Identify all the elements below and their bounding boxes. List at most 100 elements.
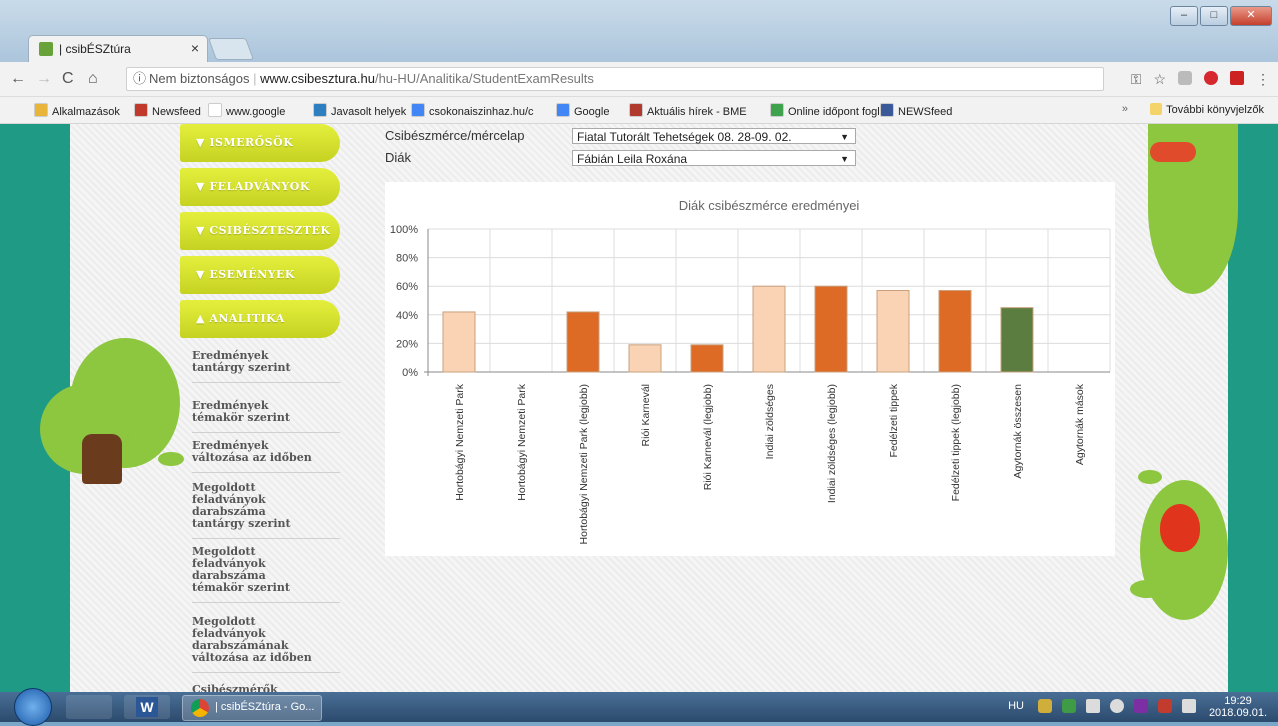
bookmark-star-icon[interactable]: ☆: [1153, 71, 1166, 88]
submenu-item-label: témakör szerint: [192, 581, 290, 594]
info-icon[interactable]: ⓘ: [133, 68, 146, 90]
bookmark-item[interactable]: Javasolt helyek: [313, 103, 406, 118]
nav-analitika[interactable]: ▲ ANALITIKA: [180, 300, 340, 338]
word-taskbar-icon[interactable]: W: [124, 695, 170, 719]
results-chart: Diák csibészmérce eredményei 0% 20% 40% 60% 8…: [385, 182, 1115, 556]
antivirus-icon[interactable]: [1158, 699, 1172, 713]
submenu-item[interactable]: Megoldott feladványok darabszáma témakör sz…: [192, 546, 340, 603]
bookmark-item[interactable]: Aktuális hírek - BME: [629, 103, 747, 118]
bookmark-favicon-icon: [34, 103, 48, 117]
chart-bar[interactable]: [876, 289, 910, 373]
other-bookmarks[interactable]: További könyvjelzők: [1150, 103, 1264, 116]
flag-icon[interactable]: [1086, 699, 1100, 713]
bookmark-item[interactable]: www.google: [208, 103, 285, 118]
chevron-down-icon: ▼: [196, 224, 205, 237]
tab-close-icon[interactable]: ×: [191, 40, 199, 56]
submenu-item[interactable]: Csibészmérők: [192, 683, 340, 693]
skype-extension-icon[interactable]: [1178, 71, 1192, 85]
submenu-item[interactable]: Megoldott feladványok darabszáma tantárgy s…: [192, 482, 340, 539]
chevron-down-icon: ▼: [196, 268, 205, 281]
y-tick-label: 20%: [396, 338, 418, 350]
submenu-item[interactable]: Eredmények tantárgy szerint: [192, 350, 340, 383]
close-window-button[interactable]: ✕: [1230, 6, 1272, 26]
dropdown-arrow-icon: ▼: [840, 132, 849, 142]
submenu-item[interactable]: Eredmények témakör szerint: [192, 400, 340, 433]
y-tick-label: 40%: [396, 310, 418, 322]
language-indicator[interactable]: HU: [1008, 700, 1024, 712]
window-titlebar: | csibÉSZtúra × – □ ✕: [0, 0, 1278, 68]
taskbar: W | csibÉSZtúra - Go... HU 19:29 2018.09…: [0, 688, 1278, 726]
bookmark-item[interactable]: NEWSfeed: [880, 103, 952, 118]
bookmark-item[interactable]: Online időpont fogla: [770, 103, 886, 118]
update-icon[interactable]: [1038, 699, 1052, 713]
bookmarks-bar: További könyvjelzők » Alkalmazások Newsfe…: [0, 97, 1278, 124]
submenu-item-label: tantárgy szerint: [192, 361, 291, 374]
exam-select-value: Fiatal Tutorált Tehetségek 08. 28-09. 02…: [577, 130, 792, 144]
back-icon[interactable]: ←: [10, 70, 26, 88]
chart-bar[interactable]: [690, 344, 724, 373]
chart-bar[interactable]: [938, 289, 972, 373]
bookmarks-overflow-icon[interactable]: »: [1122, 103, 1128, 115]
x-tick-label: Indiai zöldséges (legjobb): [826, 384, 838, 503]
submenu-item[interactable]: Megoldott feladványok darabszámának változá…: [192, 616, 340, 673]
chevron-up-icon: ▲: [196, 312, 205, 325]
bookmark-item[interactable]: Alkalmazások: [34, 103, 120, 118]
hot-air-balloon-icon: [1160, 504, 1200, 552]
bookmark-favicon-icon: [629, 103, 643, 117]
hill-decoration: [1130, 580, 1164, 598]
site-favicon-icon: [39, 42, 53, 56]
chrome-taskbar-label: | csibÉSZtúra - Go...: [215, 701, 315, 713]
start-button[interactable]: [14, 688, 52, 726]
adblock-icon[interactable]: [1204, 71, 1218, 85]
submenu-item-label: változása az időben: [192, 451, 312, 464]
nav-csibesztesztek[interactable]: ▼ CSIBÉSZTESZTEK: [180, 212, 340, 250]
bookmark-item[interactable]: Newsfeed: [134, 103, 201, 118]
forward-icon[interactable]: →: [36, 70, 52, 88]
y-tick-label: 80%: [396, 253, 418, 265]
network-icon[interactable]: [1182, 699, 1196, 713]
exam-select[interactable]: Fiatal Tutorált Tehetségek 08. 28-09. 02…: [572, 128, 856, 144]
x-tick-label: Fedélzeti tippek: [888, 383, 900, 457]
chart-bar[interactable]: [442, 311, 476, 373]
chart-svg: Diák csibészmérce eredményei 0% 20% 40% 60% 8…: [390, 198, 1111, 544]
maximize-button[interactable]: □: [1200, 6, 1228, 26]
home-icon[interactable]: ⌂: [88, 70, 98, 88]
clock-date: 2018.09.01.: [1208, 707, 1268, 719]
x-tick-label: Riói Karnevál (legjobb): [702, 384, 714, 490]
x-tick-label: Agytornák összesen: [1012, 384, 1024, 479]
minimize-button[interactable]: –: [1170, 6, 1198, 26]
onenote-icon[interactable]: [1134, 699, 1148, 713]
url-host: www.csibesztura.hu: [260, 71, 375, 86]
chart-bar[interactable]: [752, 285, 786, 373]
page-content: ▼ ISMERŐSÖK ▼ FELADVÁNYOK ▼ CSIBÉSZTESZT…: [0, 124, 1278, 692]
chrome-taskbar-button[interactable]: | csibÉSZtúra - Go...: [182, 695, 322, 721]
nav-feladvanyok[interactable]: ▼ FELADVÁNYOK: [180, 168, 340, 206]
chart-bar[interactable]: [1000, 307, 1034, 373]
folder-icon: [1150, 103, 1163, 115]
key-icon[interactable]: ⚿: [1131, 71, 1142, 88]
nav-esemenyek[interactable]: ▼ ESEMÉNYEK: [180, 256, 340, 294]
x-tick-label: Hortobágyi Nemzeti Park: [454, 383, 466, 500]
submenu-item-label: Csibészmérők: [192, 683, 278, 693]
bookmark-item[interactable]: csokonaiszinhaz.hu/c: [411, 103, 534, 118]
submenu-item[interactable]: Eredmények változása az időben: [192, 440, 340, 473]
clock[interactable]: 19:29 2018.09.01.: [1208, 695, 1268, 719]
chart-bar[interactable]: [566, 311, 600, 373]
menu-icon[interactable]: ⋮: [1256, 71, 1270, 88]
browser-tab[interactable]: | csibÉSZtúra ×: [28, 35, 208, 62]
extension-icons: ⚿ ☆ ⋮: [1131, 71, 1270, 88]
omnibox[interactable]: ⓘ Nem biztonságos | www.csibesztura.hu/h…: [126, 67, 1104, 91]
nav-ismerosok[interactable]: ▼ ISMERŐSÖK: [180, 124, 340, 162]
x-tick-label: Hortobágyi Nemzeti Park (legjobb): [578, 384, 590, 544]
bookmark-favicon-icon: [313, 103, 327, 117]
security-icon[interactable]: [1062, 699, 1076, 713]
chart-bar[interactable]: [814, 285, 848, 373]
explorer-taskbar-icon[interactable]: [66, 695, 112, 719]
volume-icon[interactable]: [1110, 699, 1124, 713]
bookmark-item[interactable]: Google: [556, 103, 609, 118]
x-extension-icon[interactable]: [1230, 71, 1244, 85]
student-select[interactable]: Fábián Leila Roxána ▼: [572, 150, 856, 166]
chart-bar[interactable]: [628, 344, 662, 373]
new-tab-button[interactable]: [207, 38, 255, 60]
reload-icon[interactable]: C: [62, 70, 74, 88]
